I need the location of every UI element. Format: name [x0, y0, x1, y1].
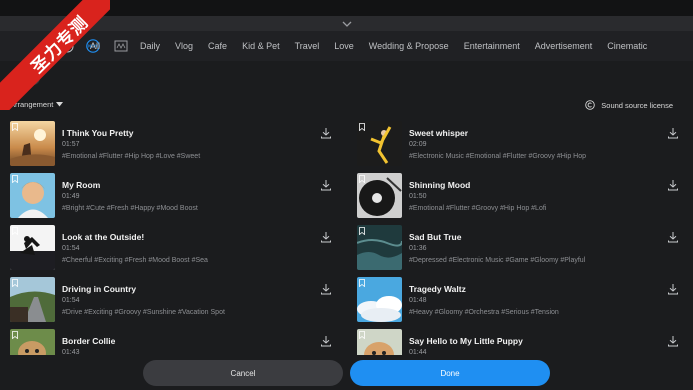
- track-duration: 01:54: [62, 245, 80, 252]
- download-icon[interactable]: [667, 335, 679, 347]
- tab-cinematic[interactable]: Cinematic: [607, 41, 647, 51]
- track-title: Driving in Country: [62, 284, 137, 294]
- bookmark-icon[interactable]: [359, 175, 365, 183]
- track-title: Sad But True: [409, 232, 462, 242]
- track-thumbnail: [10, 225, 55, 270]
- category-tabs: NEW All Daily Vlog Cafe Kid & Pet Travel…: [0, 31, 693, 61]
- track-thumbnail: [357, 225, 402, 270]
- caret-down-icon: [56, 102, 64, 107]
- download-icon[interactable]: [320, 335, 332, 347]
- tab-kid-pet[interactable]: Kid & Pet: [242, 41, 280, 51]
- track-list-left: I Think You Pretty 01:57 #Emotional #Flutt…: [0, 120, 340, 380]
- track-tags: #Drive #Exciting #Groovy #Sunshine #Vaca…: [62, 309, 225, 316]
- track-duration: 02:09: [409, 141, 427, 148]
- bookmark-icon[interactable]: [359, 227, 365, 235]
- track-title: Border Collie: [62, 336, 116, 346]
- bookmark-icon[interactable]: [12, 175, 18, 183]
- bookmark-icon[interactable]: [359, 279, 365, 287]
- track-tags: #Emotional #Flutter #Groovy #Hip Hop #Lo…: [409, 205, 547, 212]
- track-row[interactable]: Shinning Mood 01:50 #Emotional #Flutter #G…: [347, 172, 687, 224]
- status-bar: [0, 0, 693, 16]
- add-filter-button[interactable]: +: [26, 71, 40, 85]
- track-row[interactable]: Tragedy Waltz 01:48 #Heavy #Gloomy #Orches…: [347, 276, 687, 328]
- chevron-down-icon: [342, 21, 351, 27]
- track-title: Tragedy Waltz: [409, 284, 466, 294]
- track-duration: 01:48: [409, 297, 427, 304]
- tab-cafe[interactable]: Cafe: [208, 41, 227, 51]
- track-row[interactable]: Driving in Country 01:54 #Drive #Exciting …: [0, 276, 340, 328]
- done-button[interactable]: Done: [350, 360, 550, 386]
- my-music-icon[interactable]: [114, 39, 128, 53]
- tab-entertainment[interactable]: Entertainment: [464, 41, 520, 51]
- download-icon[interactable]: [667, 283, 679, 295]
- track-title: Look at the Outside!: [62, 232, 145, 242]
- tab-wedding-propose[interactable]: Wedding & Propose: [369, 41, 449, 51]
- list-toolbar: Arrangement Sound source license: [0, 96, 693, 116]
- track-tags: #Cheerful #Exciting #Fresh #Mood Boost #…: [62, 257, 208, 264]
- sound-license-link[interactable]: Sound source license: [585, 100, 673, 110]
- track-tags: #Depressed #Electronic Music #Game #Gloo…: [409, 257, 586, 264]
- track-tags: #Electronic Music #Emotional #Flutter #G…: [409, 153, 587, 160]
- action-footer: Cancel Done: [0, 355, 693, 390]
- track-thumbnail: [10, 173, 55, 218]
- track-tags: #Bright #Cute #Fresh #Happy #Mood Boost: [62, 205, 198, 212]
- track-title: Shinning Mood: [409, 180, 471, 190]
- download-icon[interactable]: [320, 283, 332, 295]
- track-thumbnail: [357, 121, 402, 166]
- track-title: Sweet whisper: [409, 128, 469, 138]
- plus-icon: +: [30, 72, 36, 84]
- tab-love[interactable]: Love: [334, 41, 354, 51]
- track-thumbnail: [357, 277, 402, 322]
- cancel-button[interactable]: Cancel: [143, 360, 343, 386]
- copyright-icon: [585, 100, 596, 110]
- track-title: I Think You Pretty: [62, 128, 134, 138]
- track-tags: #Heavy #Gloomy #Orchestra #Serious #Tens…: [409, 309, 559, 316]
- arrangement-label: Arrangement: [10, 100, 54, 109]
- track-thumbnail: [10, 277, 55, 322]
- download-icon[interactable]: [667, 127, 679, 139]
- track-duration: 01:57: [62, 141, 80, 148]
- track-duration: 01:54: [62, 297, 80, 304]
- tab-daily[interactable]: Daily: [140, 41, 160, 51]
- bookmark-icon[interactable]: [12, 279, 18, 287]
- download-icon[interactable]: [320, 179, 332, 191]
- track-row[interactable]: Sad But True 01:36 #Depressed #Electronic …: [347, 224, 687, 276]
- bookmark-icon[interactable]: [12, 227, 18, 235]
- collapse-handle[interactable]: [0, 16, 693, 31]
- track-duration: 01:36: [409, 245, 427, 252]
- download-icon[interactable]: [667, 231, 679, 243]
- download-icon[interactable]: [320, 127, 332, 139]
- track-row[interactable]: I Think You Pretty 01:57 #Emotional #Flutt…: [0, 120, 340, 172]
- track-title: Say Hello to My Little Puppy: [409, 336, 523, 346]
- arrangement-dropdown[interactable]: Arrangement: [10, 100, 64, 109]
- bookmark-icon[interactable]: [12, 331, 18, 339]
- track-title: My Room: [62, 180, 101, 190]
- track-thumbnail: [10, 121, 55, 166]
- tab-advertisement[interactable]: Advertisement: [535, 41, 593, 51]
- track-row[interactable]: Look at the Outside! 01:54 #Cheerful #Exci…: [0, 224, 340, 276]
- track-duration: 01:49: [62, 193, 80, 200]
- bookmark-icon[interactable]: [359, 331, 365, 339]
- download-icon[interactable]: [667, 179, 679, 191]
- bookmark-icon[interactable]: [12, 123, 18, 131]
- license-label: Sound source license: [601, 100, 673, 110]
- bookmark-icon[interactable]: [359, 123, 365, 131]
- track-thumbnail: [357, 173, 402, 218]
- tab-vlog[interactable]: Vlog: [175, 41, 193, 51]
- track-row[interactable]: Sweet whisper 02:09 #Electronic Music #Emo…: [347, 120, 687, 172]
- history-icon[interactable]: [60, 39, 74, 53]
- sub-filter-row: +: [0, 61, 693, 91]
- tab-all[interactable]: All: [90, 41, 100, 51]
- track-duration: 01:50: [409, 193, 427, 200]
- track-tags: #Emotional #Flutter #Hip Hop #Love #Swee…: [62, 153, 201, 160]
- tab-travel[interactable]: Travel: [295, 41, 320, 51]
- track-row[interactable]: My Room 01:49 #Bright #Cute #Fresh #Happy …: [0, 172, 340, 224]
- download-icon[interactable]: [320, 231, 332, 243]
- track-list-right: Sweet whisper 02:09 #Electronic Music #Emo…: [347, 120, 687, 380]
